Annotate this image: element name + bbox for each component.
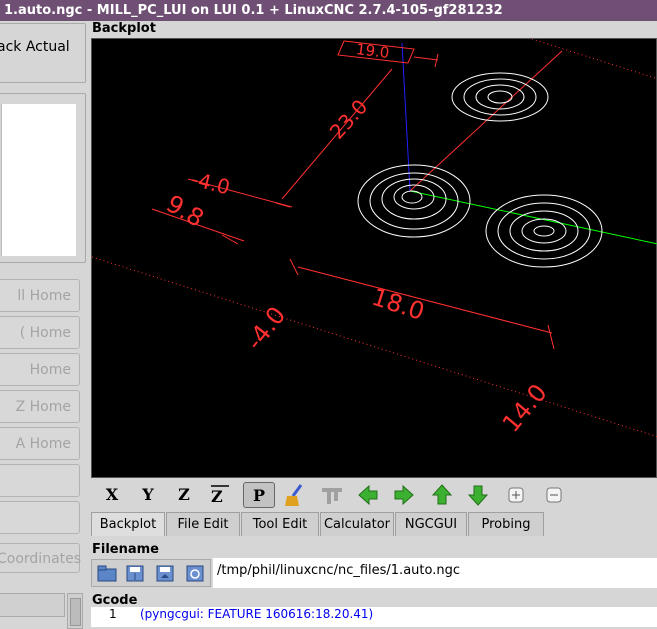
dimension-18: 18.0	[289, 258, 555, 350]
view-z2-button[interactable]: Z	[207, 482, 233, 508]
home-y-button[interactable]: Home	[0, 353, 80, 386]
reload-file-icon[interactable]	[184, 563, 206, 583]
toolpath-pocket-top	[451, 72, 549, 122]
dimension-minus4-lower: -4.0	[240, 301, 291, 355]
tab-backplot[interactable]: Backplot	[91, 512, 165, 536]
toolpath-pocket-right	[485, 194, 603, 268]
zoom-in-icon[interactable]	[503, 482, 529, 508]
dro-frame	[0, 93, 86, 263]
window-title: 1.auto.ngc - MILL_PC_LUI on LUI 0.1 + Li…	[4, 3, 503, 18]
boundary-line-lower	[91, 256, 657, 438]
view-p-button[interactable]: P	[243, 482, 275, 508]
backplot-section-label: Backplot	[92, 21, 156, 36]
tab-tool-edit[interactable]: Tool Edit	[241, 512, 319, 536]
dim-label-18: 18.0	[368, 283, 427, 326]
mdi-field[interactable]	[0, 593, 65, 617]
filename-value: /tmp/phil/linuxcnc/nc_files/1.auto.ngc	[217, 563, 460, 578]
gcode-line-number: 1	[109, 607, 117, 621]
blank-button-2[interactable]	[0, 501, 80, 534]
view-x-button[interactable]: X	[99, 482, 125, 508]
view-p-label: P	[252, 486, 266, 505]
dimension-9-8: 9.8	[151, 189, 245, 245]
dim-label-23: 23.0	[325, 95, 373, 144]
dro-display	[1, 104, 76, 256]
window-title-bar: 1.auto.ngc - MILL_PC_LUI on LUI 0.1 + Li…	[0, 0, 657, 21]
view-z2-icon: Z	[211, 485, 229, 506]
dimension-minus4-upper: -4.0	[187, 167, 293, 208]
filename-row: /tmp/phil/linuxcnc/nc_files/1.auto.ngc	[91, 558, 657, 588]
x-axis-line	[409, 50, 563, 192]
position-mode-box[interactable]: ack Actual	[0, 23, 86, 83]
home-x-button[interactable]: ( Home	[0, 316, 80, 349]
file-buttons	[91, 559, 211, 587]
home-all-button[interactable]: ll Home	[0, 279, 80, 312]
blank-button-1[interactable]	[0, 464, 80, 497]
filename-field[interactable]: /tmp/phil/linuxcnc/nc_files/1.auto.ngc	[213, 558, 657, 588]
svg-text:Z: Z	[211, 487, 223, 506]
tab-ngcgui[interactable]: NGCGUI	[395, 512, 467, 536]
scrollbar-thumb[interactable]	[70, 598, 81, 626]
backplot-view[interactable]: 19.0 23.0 -4.0 9.8 18.0 -4.0 14.0	[91, 38, 657, 478]
left-scrollbar[interactable]	[67, 593, 83, 629]
up-arrow-icon[interactable]	[429, 482, 455, 508]
dimension-23: 23.0	[275, 68, 393, 208]
filename-section-label: Filename	[92, 542, 159, 557]
view-y-button[interactable]: Y	[135, 482, 161, 508]
gcode-view[interactable]: 1 (pyngcgui: FEATURE 160616:18.20.41)	[91, 607, 657, 627]
z-axis-line	[401, 42, 411, 192]
y-axis-line	[409, 190, 657, 245]
gcode-section-label: Gcode	[92, 593, 138, 608]
dim-label-14: 14.0	[497, 379, 553, 438]
dim-label-minus4-upper: -4.0	[189, 167, 233, 200]
save-file-icon[interactable]	[124, 563, 146, 583]
tab-probing[interactable]: Probing	[468, 512, 544, 536]
down-arrow-icon[interactable]	[465, 482, 491, 508]
gcode-line-text[interactable]: (pyngcgui: FEATURE 160616:18.20.41)	[140, 607, 373, 621]
zoom-out-icon[interactable]	[541, 482, 567, 508]
right-arrow-icon[interactable]	[391, 482, 417, 508]
actual-position-label: ack Actual	[0, 39, 70, 55]
save-as-file-icon[interactable]	[154, 563, 176, 583]
dim-label-19: 19.0	[355, 40, 390, 62]
open-file-icon[interactable]	[96, 563, 118, 583]
toolpath-pocket-center	[357, 164, 471, 238]
dim-label-minus4-lower: -4.0	[240, 301, 291, 355]
left-panel: ack Actual ll Home ( Home Home Z Home A …	[0, 21, 88, 629]
tool-icon[interactable]	[319, 482, 345, 508]
tab-file-edit[interactable]: File Edit	[166, 512, 240, 536]
tab-calculator[interactable]: Calculator	[320, 512, 394, 536]
home-a-button[interactable]: A Home	[0, 427, 80, 460]
home-z-button[interactable]: Z Home	[0, 390, 80, 423]
backplot-toolbar: X Y Z Z P	[91, 479, 657, 511]
boundary-line-upper	[531, 38, 657, 80]
backplot-canvas[interactable]: 19.0 23.0 -4.0 9.8 18.0 -4.0 14.0	[91, 38, 657, 479]
clear-plot-icon[interactable]	[283, 482, 309, 508]
coordinates-button[interactable]: Coordinates	[0, 543, 81, 573]
dimension-19: 19.0	[337, 40, 439, 68]
dimension-14: 14.0	[497, 379, 553, 438]
view-z-button[interactable]: Z	[171, 482, 197, 508]
left-arrow-icon[interactable]	[355, 482, 381, 508]
